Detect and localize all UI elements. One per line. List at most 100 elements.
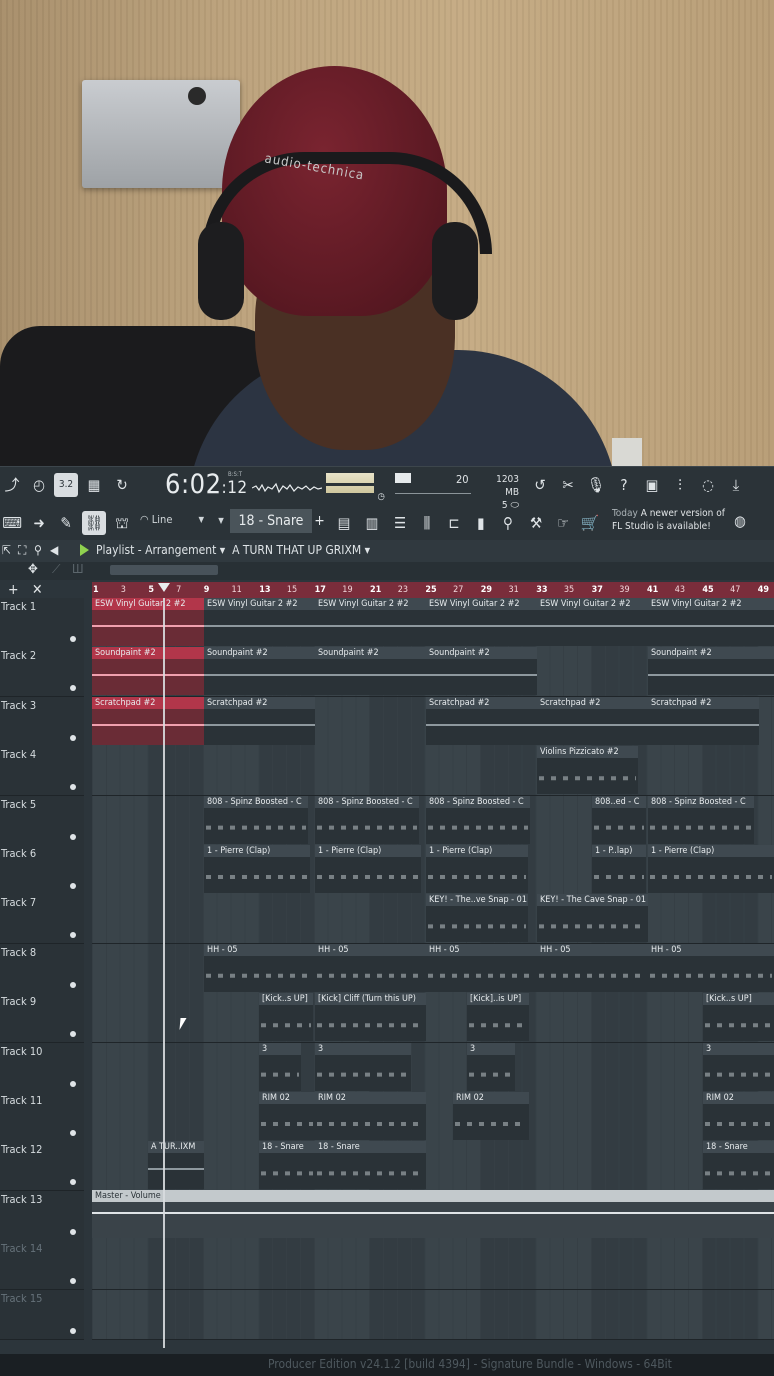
playlist-icon[interactable]: ▤ [332,511,356,535]
pattern-clip[interactable]: Soundpaint #2 [92,647,204,696]
pattern-clip[interactable]: A TUR..IXM [148,1141,204,1190]
piano-icon[interactable]: Ш [72,562,84,576]
remove-track-icon[interactable]: ✕ [32,582,43,598]
pattern-clip[interactable]: 18 - Snare [315,1141,426,1190]
track-active-led[interactable] [70,685,76,692]
pattern-clip[interactable]: Soundpaint #2 [315,647,426,696]
step-edit-icon[interactable]: ▦ [82,473,106,497]
globe-icon[interactable]: ◍ [728,509,752,533]
add-pattern-button[interactable]: + [313,509,326,533]
track-active-led[interactable] [70,883,76,889]
track-header[interactable]: Track 2 [0,647,84,698]
track-header[interactable]: Track 8 [0,943,84,994]
pattern-clip[interactable]: Scratchpad #2 [204,696,315,745]
pattern-clip[interactable]: 808 - Spinz Boosted - C [648,795,754,844]
pattern-clip[interactable]: 808 - Spinz Boosted - C [204,795,308,844]
pattern-clip[interactable]: Soundpaint #2 [426,647,537,696]
pattern-clip[interactable]: [Kick..s UP] [259,993,313,1042]
pattern-clip[interactable]: Violins Pizzicato #2 [537,746,638,795]
horizontal-scrollbar[interactable]: ✥ ⟋ Ш [0,562,774,580]
arrow-right-icon[interactable]: ➜ [27,511,51,535]
track-active-led[interactable] [70,1278,76,1285]
track-header[interactable]: Track 7 [0,894,84,945]
track-header[interactable]: Track 3 [0,696,84,747]
pencil-icon[interactable]: ✎ [54,511,78,535]
snap-star-icon[interactable]: ✥ [28,562,38,577]
download-icon[interactable]: ⤓ [724,473,748,497]
cut-icon[interactable]: ✂ [556,473,580,497]
pattern-clip[interactable]: 1 - P..lap) [592,845,646,893]
pattern-clip[interactable]: 3 [315,1042,411,1091]
pattern-clip[interactable]: Scratchpad #2 [648,696,759,745]
metronome-icon[interactable]: ◴ [27,473,51,497]
pattern-clip[interactable]: HH - 05 [426,943,537,992]
timeline-ruler[interactable]: 1 3 5 7 9 11 13 15 17 19 21 23 25 27 29 31 33 35 37 39 41 43 4… [92,582,774,598]
pattern-dropdown-icon[interactable]: ▼ [214,509,228,533]
track-lane[interactable] [92,1289,774,1340]
track-header[interactable]: Track 12 [0,1141,84,1192]
pattern-clip[interactable]: HH - 05 [648,943,774,992]
pattern-clip[interactable]: ESW Vinyl Guitar 2 #2 [315,598,426,646]
tool-select-icon[interactable]: ⇱ [2,543,11,557]
keyboard-icon[interactable]: ⌨ [0,511,24,535]
pattern-clip[interactable]: [Kick]..is UP] [467,993,529,1042]
pattern-clip[interactable]: 808 - Spinz Boosted - C [426,795,530,844]
track-header[interactable]: Track 15 [0,1289,84,1340]
pattern-clip[interactable]: [Kick..s UP] [703,993,774,1042]
pattern-clip[interactable]: HH - 05 [204,943,315,992]
touch-icon[interactable]: ☞ [551,511,575,535]
pattern-clip[interactable]: KEY! - The Cave Snap - 01 [537,894,648,943]
pattern-selector[interactable]: ▼ 18 - Snare + [214,509,326,533]
pattern-clip[interactable]: HH - 05 [315,943,426,992]
track-active-led[interactable] [70,734,76,741]
pattern-clip[interactable]: ESW Vinyl Guitar 2 #2 [426,598,537,646]
track-lane[interactable] [92,1042,774,1093]
track-header[interactable]: Track 9 [0,993,84,1044]
mixer-icon[interactable]: ⫶ [668,473,692,497]
chat-icon[interactable]: ◌ [696,473,720,497]
track-lane[interactable] [92,746,774,797]
zoom-icon[interactable]: ⚲ [34,543,42,557]
track-header[interactable]: Track 1 [0,598,84,648]
track-header[interactable]: Track 14 [0,1240,84,1291]
loop-record-icon[interactable]: ↻ [110,473,134,497]
tempo-mode-button[interactable]: 3.2 [54,473,78,497]
pattern-name[interactable]: 18 - Snare [230,509,312,533]
scroll-thumb[interactable] [110,565,218,575]
pattern-clip[interactable]: ESW Vinyl Guitar 2 #2 [204,598,315,646]
link-icon[interactable]: ⛓ [82,511,106,535]
pattern-clip[interactable]: Scratchpad #2 [537,696,648,745]
news-panel[interactable]: Today A newer version of FL Studio is av… [612,507,732,533]
track-lane[interactable] [92,1240,774,1291]
track-header[interactable]: Track 6 [0,845,84,895]
pattern-clip[interactable]: RIM 02 [453,1092,529,1140]
pitch-icon[interactable]: ⤴ [0,473,24,497]
track-lane[interactable] [92,993,774,1044]
track-active-led[interactable] [70,833,76,840]
pattern-clip[interactable]: RIM 02 [259,1092,315,1140]
track-active-led[interactable] [70,1080,76,1087]
pattern-clip[interactable]: 18 - Snare [259,1141,315,1190]
save-icon[interactable]: ▣ [640,473,664,497]
snap-dropdown[interactable]: ◠ Line ▼ [140,509,206,531]
help-icon[interactable]: ? [612,473,636,497]
pattern-clip[interactable]: RIM 02 [315,1092,426,1140]
pattern-clip[interactable]: 1 - Pierre (Clap) [204,845,310,893]
piano-roll-icon[interactable]: ▥ [360,511,384,535]
pattern-clip[interactable]: Soundpaint #2 [204,647,315,696]
track-active-led[interactable] [70,981,76,988]
tool-icon[interactable]: ⚒ [524,511,548,535]
pattern-clip[interactable]: 3 [703,1042,774,1091]
track-header[interactable]: Track 5 [0,795,84,846]
playlist-title[interactable]: Playlist - Arrangement ▾ A TURN THAT UP … [96,543,370,557]
pattern-clip[interactable]: ESW Vinyl Guitar 2 #2 [537,598,648,646]
channel-rack-icon[interactable]: ☰ [388,511,412,535]
pattern-clip[interactable]: 3 [467,1042,515,1091]
track-header[interactable]: Track 4 [0,746,84,797]
pattern-clip[interactable]: [Kick] Cliff (Turn this UP) [315,993,426,1042]
pattern-clip[interactable]: 1 - Pierre (Clap) [426,845,528,893]
speaker-icon[interactable]: ◀ [50,543,58,557]
plugin-icon[interactable]: ⚲ [496,511,520,535]
mixer-sliders-icon[interactable]: ⫼ [415,511,439,535]
mic-icon[interactable]: 🎙 [584,473,608,497]
